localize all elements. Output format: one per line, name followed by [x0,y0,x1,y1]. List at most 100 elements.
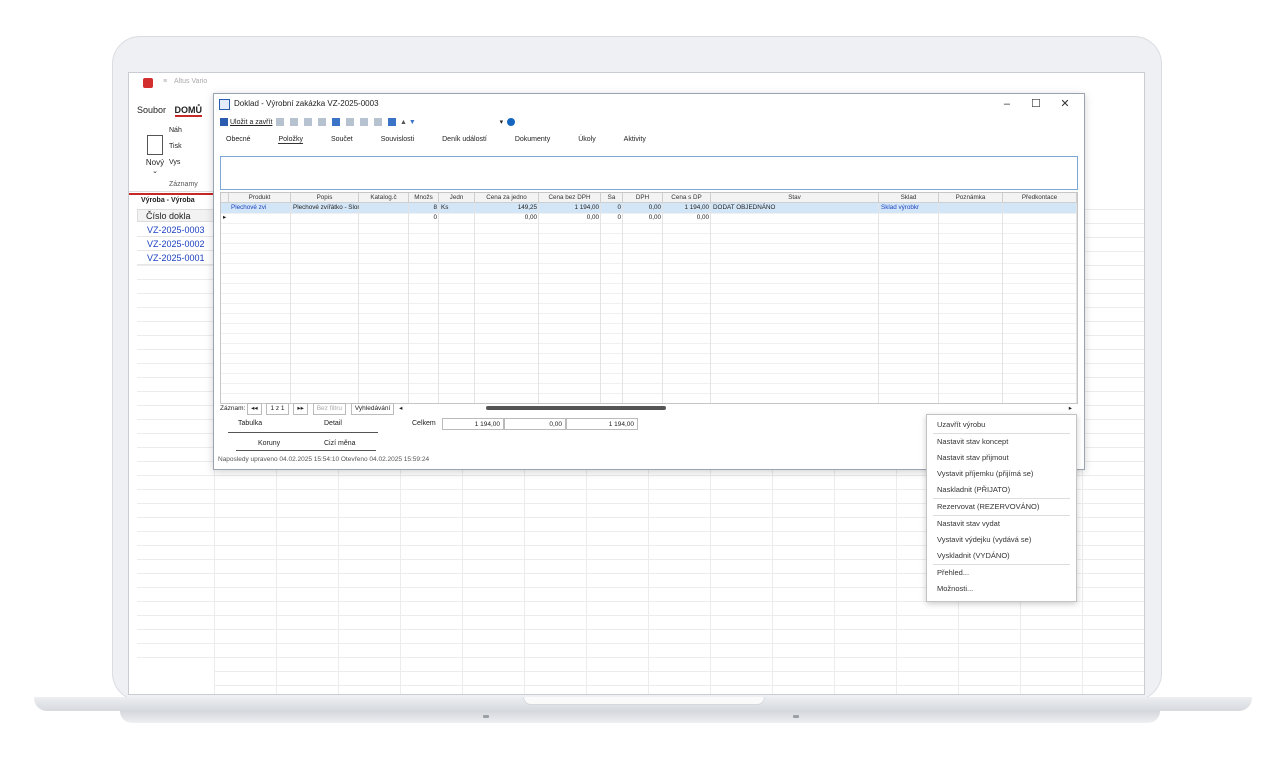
list-item[interactable]: VZ-2025-0002 [137,237,214,251]
menu-item[interactable]: Přehled... [927,565,1076,581]
cell-vat[interactable]: 0,00 [623,203,663,213]
column-header-warehouse[interactable]: Sklad [879,193,939,203]
menu-item[interactable]: Vystavit výdejku (vydává se) [927,532,1076,548]
tab-ukoly[interactable]: Úkoly [578,136,596,143]
dropdown-chevron-icon[interactable]: ▾ [500,119,504,126]
close-button[interactable]: ✕ [1052,94,1078,114]
cell-warehouse[interactable] [879,213,939,223]
column-header-vat[interactable]: DPH [623,193,663,203]
cell-price-excl-vat[interactable]: 0,00 [539,213,601,223]
preview-icon[interactable] [304,118,313,127]
minimize-button[interactable]: – [994,94,1020,114]
menu-item[interactable]: Vystavit příjemku (přijímá se) [927,466,1076,482]
new-button[interactable]: Nový ⌄ [141,135,169,175]
tab-cizi-mena[interactable]: Cizí měna [324,440,356,447]
cell-product[interactable] [229,213,291,223]
tab-domu[interactable]: DOMŮ [174,105,203,117]
preview-button[interactable]: Náh [169,127,182,134]
menu-item[interactable]: Rezervovat (REZERVOVÁNO) [927,499,1076,515]
tab-denik[interactable]: Deník událostí [442,136,487,143]
tab-soucet[interactable]: Součet [331,136,353,143]
cell-unit-price[interactable]: 0,00 [475,213,539,223]
undo-icon[interactable] [387,118,396,127]
next-record-button[interactable]: ▸▸ [293,403,308,415]
column-header-unit-price[interactable]: Cena za jedno [475,193,539,203]
tab-soubor[interactable]: Soubor [137,105,166,115]
menu-item[interactable]: Nastavit stav vydat [927,516,1076,532]
column-header-quantity[interactable]: Množs [409,193,439,203]
column-header-note[interactable]: Poznámka [939,193,1003,203]
maximize-button[interactable]: ☐ [1023,94,1049,114]
up-arrow-icon[interactable]: ▲ [400,119,407,126]
menu-item[interactable]: Naskladnit (PŘIJATO) [927,482,1076,498]
cell-quantity[interactable]: 0 [409,213,439,223]
export-button[interactable]: Vys [169,159,180,166]
save-as-icon[interactable] [276,118,285,127]
column-header-unit[interactable]: Jedn [439,193,475,203]
cell-description[interactable]: Plechové zvířátko - Slon [291,203,359,213]
tab-koruny[interactable]: Koruny [258,440,280,447]
first-record-button[interactable]: ◂◂ [247,403,262,415]
cell-rate[interactable]: 0 [601,213,623,223]
paste-icon[interactable] [374,118,383,127]
menu-item[interactable]: Nastavit stav přijmout [927,450,1076,466]
cell-catalog[interactable] [359,213,409,223]
tab-polozky[interactable]: Položky [278,136,303,144]
cell-unit[interactable]: Ks [439,203,475,213]
tab-aktivity[interactable]: Aktivity [624,136,646,143]
column-header-precontation[interactable]: Předkontace [1003,193,1077,203]
cell-product[interactable]: Plechové zvi [229,203,291,213]
quick-access-icon[interactable]: ≡ [163,78,167,85]
cell-price-incl-vat[interactable]: 0,00 [663,213,711,223]
scroll-left-icon[interactable]: ◂ [399,405,402,412]
cell-precontation[interactable] [1003,203,1077,213]
cell-precontation[interactable] [1003,213,1077,223]
tab-dokumenty[interactable]: Dokumenty [515,136,550,143]
note-field[interactable] [220,156,1078,190]
column-header-catalog[interactable]: Katalog.č [359,193,409,203]
horizontal-scrollbar[interactable] [486,406,666,410]
cell-state[interactable] [711,213,879,223]
help-icon[interactable] [507,118,516,127]
tab-souvislosti[interactable]: Souvislosti [381,136,414,143]
cell-warehouse[interactable]: Sklad výrobkr [879,203,939,213]
copy-doc-icon[interactable] [318,118,327,127]
cell-price-excl-vat[interactable]: 1 194,00 [539,203,601,213]
cell-vat[interactable]: 0,00 [623,213,663,223]
list-item[interactable]: VZ-2025-0003 [137,223,214,237]
column-header-description[interactable]: Popis [291,193,359,203]
cell-price-incl-vat[interactable]: 1 194,00 [663,203,711,213]
save-close-button[interactable]: Uložit a zavřít [230,119,272,126]
search-input[interactable]: Vyhledávání [350,403,395,415]
disk-icon[interactable] [332,118,341,127]
tab-detail[interactable]: Detail [324,420,342,427]
down-arrow-icon[interactable]: ▼ [409,119,416,126]
cell-rate[interactable]: 0 [601,203,623,213]
column-header-price-incl-vat[interactable]: Cena s DP [663,193,711,203]
column-header-state[interactable]: Stav [711,193,879,203]
tab-tabulka[interactable]: Tabulka [238,420,262,427]
print-button[interactable]: Tisk [169,143,182,150]
tab-obecne[interactable]: Obecné [226,136,251,143]
left-column-header[interactable]: Číslo dokla [137,209,214,222]
cell-unit-price[interactable]: 149,25 [475,203,539,213]
cell-unit[interactable] [439,213,475,223]
cell-quantity[interactable]: 8 [409,203,439,213]
left-module-tab[interactable]: Výroba - Výroba [129,193,214,207]
cell-catalog[interactable] [359,203,409,213]
list-item[interactable]: VZ-2025-0001 [137,251,214,265]
cell-state[interactable]: DODAT OBJEDNÁNO [711,203,879,213]
column-header-price-excl-vat[interactable]: Cena bez DPH [539,193,601,203]
copy-icon[interactable] [360,118,369,127]
menu-item[interactable]: Nastavit stav koncept [927,434,1076,450]
cell-description[interactable] [291,213,359,223]
filter-button[interactable]: Bez filtru [312,403,346,415]
cell-note[interactable] [939,213,1003,223]
menu-item[interactable]: Uzavřít výrobu [927,417,1076,433]
column-header-rate[interactable]: Sa [601,193,623,203]
print-icon[interactable] [290,118,299,127]
cell-note[interactable] [939,203,1003,213]
column-header-product[interactable]: Produkt [229,193,291,203]
menu-item[interactable]: Vyskladnit (VYDÁNO) [927,548,1076,564]
record-position[interactable]: 1 z 1 [266,403,289,415]
